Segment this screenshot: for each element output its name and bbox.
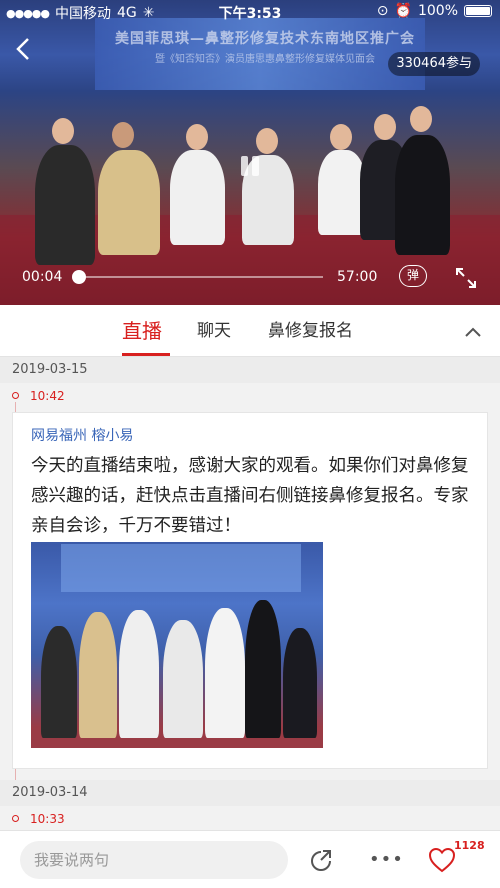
more-button[interactable]: ••• <box>369 849 403 873</box>
post-time: 10:42 <box>0 383 500 409</box>
guest-figure <box>395 135 450 255</box>
back-button[interactable] <box>14 36 42 66</box>
chevron-up-icon <box>465 327 481 337</box>
tab-nose-repair-signup[interactable]: 鼻修复报名 <box>268 305 353 357</box>
tab-live[interactable]: 直播 <box>122 305 162 357</box>
guest-head <box>112 122 134 148</box>
viewer-count-badge: 330464参与 <box>388 52 480 76</box>
photo-figure <box>119 610 159 738</box>
danmu-label: 弹 <box>406 268 419 282</box>
live-broadcast-page: 美国菲思琪—鼻整形修复技术东南地区推广会 暨《知否知否》演员唐思惠鼻整形修复媒体… <box>0 0 500 888</box>
guest-head <box>374 114 396 140</box>
player-controls: 00:04 57:00 弹 <box>0 262 500 292</box>
fullscreen-icon <box>456 268 476 288</box>
photo-banner <box>61 544 301 592</box>
photo-figure <box>283 628 317 738</box>
tab-chat[interactable]: 聊天 <box>197 305 231 357</box>
guest-head <box>186 124 208 150</box>
video-player[interactable]: 美国菲思琪—鼻整形修复技术东南地区推广会 暨《知否知否》演员唐思惠鼻整形修复媒体… <box>0 0 500 305</box>
timeline-dot-icon <box>12 392 19 399</box>
like-count: 1128 <box>454 839 485 852</box>
danmu-button[interactable]: 弹 <box>399 265 427 287</box>
banner-title: 美国菲思琪—鼻整形修复技术东南地区推广会 <box>115 31 415 47</box>
progress-knob[interactable] <box>72 270 86 284</box>
share-button[interactable] <box>309 848 333 872</box>
timeline-dot-icon <box>12 815 19 822</box>
photo-figure <box>163 620 203 738</box>
post-author[interactable]: 网易福州 榕小易 <box>31 425 133 445</box>
battery-icon <box>464 5 492 17</box>
pause-icon <box>241 156 248 176</box>
more-icon: ••• <box>369 849 404 870</box>
guest-head <box>330 124 352 150</box>
post-photo[interactable] <box>31 542 323 748</box>
pause-icon <box>252 156 259 176</box>
photo-figure <box>41 626 77 738</box>
like-button[interactable] <box>428 847 456 873</box>
share-icon <box>311 850 331 871</box>
post-text: 今天的直播结束啦，感谢大家的观看。如果你们对鼻修复感兴趣的话，赶快点击直播间右侧… <box>31 456 469 536</box>
guest-figure <box>170 150 225 245</box>
collapse-button[interactable] <box>462 321 484 343</box>
tab-bar: 直播 聊天 鼻修复报名 <box>0 305 500 357</box>
bottom-action-bar: ••• 1128 <box>0 830 500 888</box>
guest-figure <box>98 150 160 255</box>
fullscreen-button[interactable] <box>455 267 477 289</box>
comment-input[interactable] <box>20 841 288 879</box>
progress-bar[interactable] <box>78 276 323 278</box>
guest-head <box>410 106 432 132</box>
pause-button[interactable] <box>238 154 262 178</box>
date-header: 2019-03-15 <box>0 357 500 383</box>
video-backdrop-banner: 美国菲思琪—鼻整形修复技术东南地区推广会 暨《知否知否》演员唐思惠鼻整形修复媒体… <box>95 18 425 90</box>
photo-figure <box>79 612 117 738</box>
alarm-icon: ⏰ <box>394 3 412 19</box>
guest-head <box>256 128 278 154</box>
rotation-lock-icon: ⊙ <box>376 3 389 19</box>
photo-figure <box>245 600 281 738</box>
back-arrow-icon <box>16 38 29 60</box>
post-card: 网易福州 榕小易 今天的直播结束啦，感谢大家的观看。如果你们对鼻修复感兴趣的话，… <box>12 412 488 769</box>
post-time: 10:33 <box>0 806 500 832</box>
date-header: 2019-03-14 <box>0 780 500 806</box>
status-bar: ●●●●● 中国移动 4G ✳ 下午3:53 ⊙ ⏰ 100% <box>0 0 500 24</box>
banner-subtitle: 暨《知否知否》演员唐思惠鼻整形修复媒体见面会 <box>155 54 375 65</box>
active-tab-indicator <box>122 353 170 356</box>
photo-figure <box>205 608 245 738</box>
current-time: 00:04 <box>22 269 63 285</box>
heart-icon <box>428 847 456 873</box>
guest-figure <box>35 145 95 265</box>
battery-label: 100% <box>417 3 458 19</box>
guest-figure <box>318 150 366 235</box>
guest-head <box>52 118 74 144</box>
total-time: 57:00 <box>337 269 378 285</box>
